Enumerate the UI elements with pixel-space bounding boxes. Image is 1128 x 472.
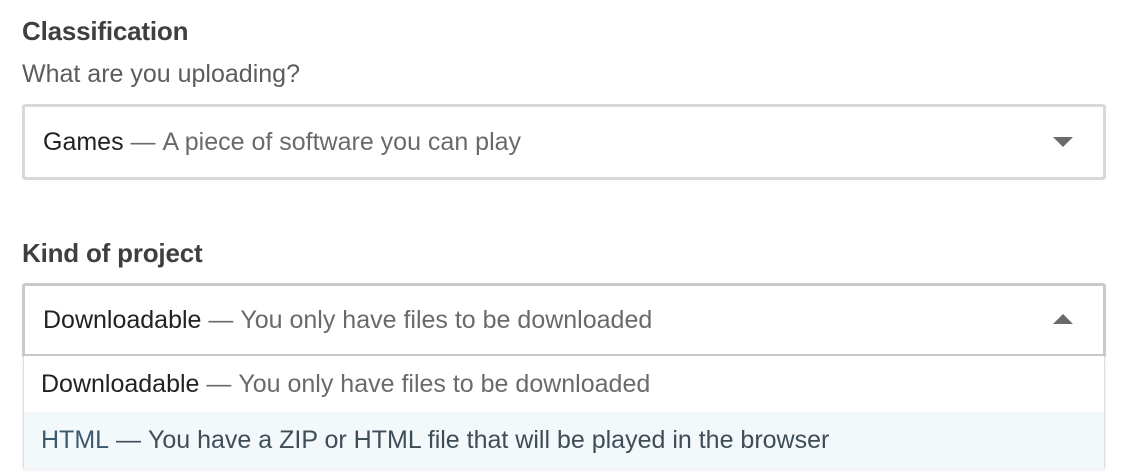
option-description: You only have files to be downloaded (238, 369, 651, 398)
kind-selected-description: You only have files to be downloaded (240, 305, 653, 334)
option-separator: — (199, 369, 239, 398)
option-name: HTML (41, 425, 110, 454)
classification-question: What are you uploading? (22, 60, 300, 88)
option-html[interactable]: HTML — You have a ZIP or HTML file that … (24, 412, 1104, 468)
classification-selected-name: Games (43, 127, 124, 156)
classification-selected-separator: — (123, 127, 163, 156)
chevron-down-icon (1053, 137, 1073, 147)
option-name: Downloadable (41, 369, 200, 398)
kind-of-project-select[interactable]: Downloadable — You only have files to be… (22, 283, 1106, 357)
kind-of-project-heading: Kind of project (22, 238, 203, 268)
upload-form: Classification What are you uploading? G… (0, 0, 1128, 472)
kind-selected-separator: — (201, 305, 241, 334)
classification-select[interactable]: Games — A piece of software you can play (22, 104, 1106, 180)
kind-of-project-dropdown: Downloadable — You only have files to be… (23, 356, 1105, 468)
option-separator: — (109, 425, 148, 454)
chevron-up-icon (1053, 314, 1073, 324)
classification-heading: Classification (22, 16, 189, 46)
option-description: You have a ZIP or HTML file that will be… (147, 425, 830, 454)
kind-selected-name: Downloadable (43, 305, 202, 334)
option-downloadable[interactable]: Downloadable — You only have files to be… (24, 356, 1104, 412)
classification-selected-description: A piece of software you can play (162, 127, 522, 156)
